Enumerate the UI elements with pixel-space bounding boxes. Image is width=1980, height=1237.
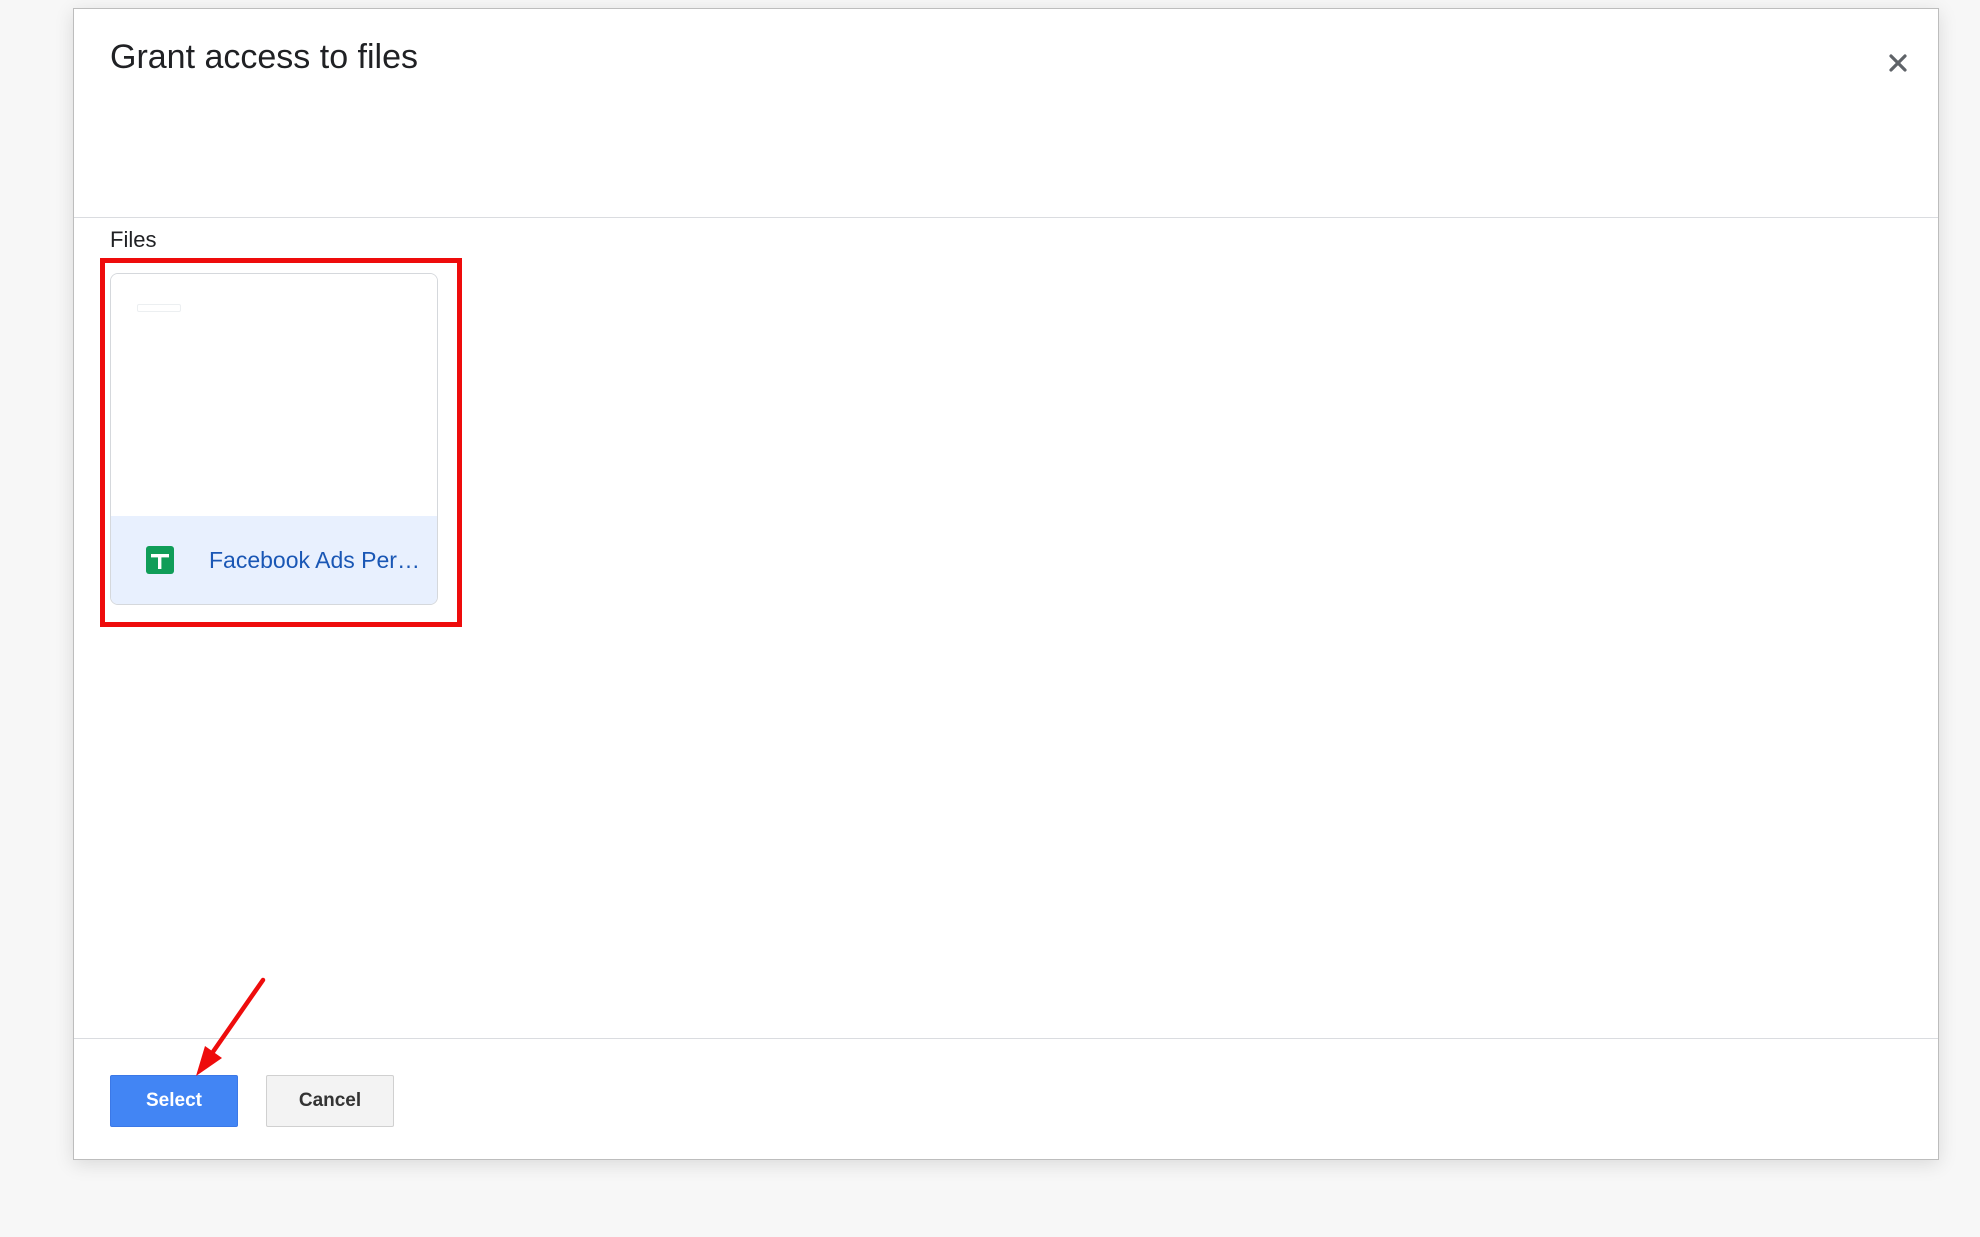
file-thumbnail xyxy=(111,274,437,516)
close-button[interactable] xyxy=(1878,43,1918,83)
google-sheets-icon xyxy=(146,546,174,574)
file-name: Facebook Ads Per… xyxy=(209,546,420,573)
dialog-title: Grant access to files xyxy=(110,38,419,76)
file-card[interactable]: Facebook Ads Per… xyxy=(110,273,438,605)
file-card-footer: Facebook Ads Per… xyxy=(111,516,437,604)
files-section-label: Files xyxy=(110,227,157,252)
footer-divider xyxy=(74,1038,1938,1039)
cancel-button[interactable]: Cancel xyxy=(266,1075,394,1127)
close-icon xyxy=(1889,54,1907,72)
thumbnail-content xyxy=(137,304,181,312)
select-button[interactable]: Select xyxy=(110,1075,238,1127)
grant-access-dialog: Grant access to files Files Facebook Ads… xyxy=(73,8,1939,1160)
header-divider xyxy=(74,217,1938,218)
